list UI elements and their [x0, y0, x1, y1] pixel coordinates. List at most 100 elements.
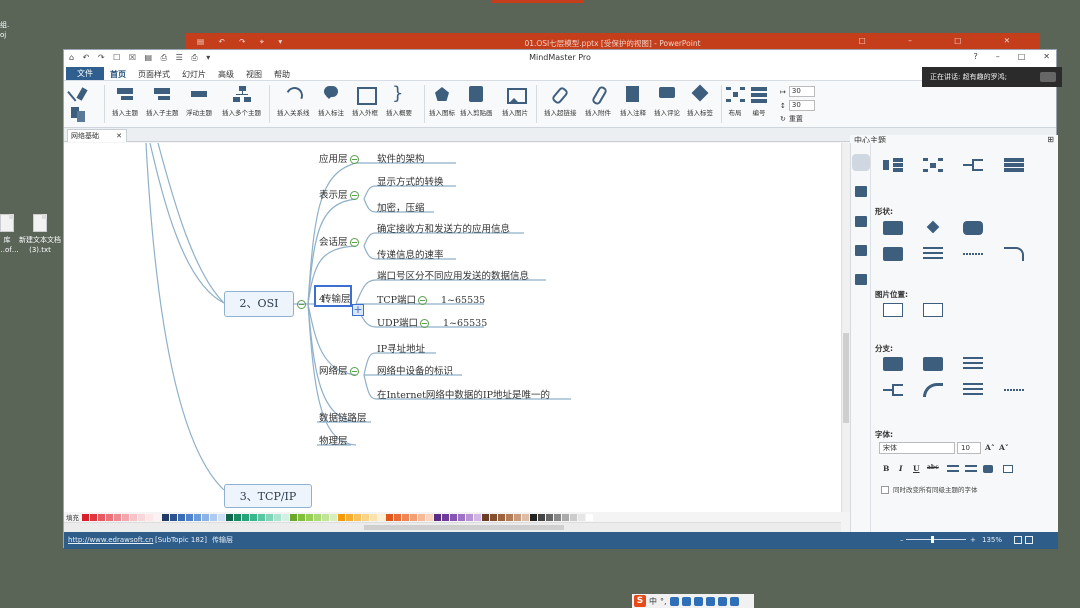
- layout-list-icon[interactable]: [1004, 158, 1024, 172]
- color-swatch[interactable]: [586, 513, 593, 521]
- color-swatch[interactable]: [562, 513, 569, 521]
- color-swatch[interactable]: [474, 513, 481, 521]
- collapse-icon[interactable]: [349, 238, 359, 247]
- branch-connector-icon[interactable]: [883, 383, 903, 397]
- color-swatch[interactable]: [482, 513, 489, 521]
- shape-rounded-rect-icon[interactable]: [963, 221, 983, 235]
- line-weight-icon[interactable]: [923, 247, 943, 261]
- minimize-button[interactable]: –: [996, 52, 1000, 61]
- insert-summary-button[interactable]: 插入概要: [386, 83, 412, 117]
- desktop-new-text-document[interactable]: 新建文本文档 (3).txt: [16, 214, 64, 255]
- emoji-icon[interactable]: [669, 596, 679, 606]
- color-swatch[interactable]: [122, 513, 129, 521]
- powerpoint-window-controls[interactable]: □ – □ ✕: [859, 36, 1030, 45]
- subtopic-device-identification[interactable]: 网络中设备的标识: [377, 363, 453, 377]
- color-swatch[interactable]: [82, 513, 89, 521]
- color-swatch[interactable]: [522, 513, 529, 521]
- subtopic-port-numbers[interactable]: 端口号区分不同应用发送的数据信息: [377, 268, 529, 282]
- color-swatch[interactable]: [130, 513, 137, 521]
- topic-presentation-layer[interactable]: 表示层: [319, 187, 359, 201]
- color-swatch[interactable]: [274, 513, 281, 521]
- tab-help[interactable]: 帮助: [274, 69, 290, 80]
- subtopic-transfer-rate[interactable]: 传递信息的速率: [377, 247, 444, 261]
- topic-transport-layer[interactable]: 4传输层: [319, 291, 351, 305]
- color-swatch[interactable]: [530, 513, 537, 521]
- underline-button[interactable]: U: [913, 464, 920, 473]
- tab-view[interactable]: 视图: [246, 69, 262, 80]
- color-swatch[interactable]: [402, 513, 409, 521]
- color-swatch[interactable]: [98, 513, 105, 521]
- vertical-spacing-input[interactable]: 30: [788, 100, 815, 111]
- skin-icon[interactable]: [705, 596, 715, 606]
- calendar-tab-icon[interactable]: [855, 274, 867, 285]
- color-swatch[interactable]: [338, 513, 345, 521]
- color-swatch[interactable]: [554, 513, 561, 521]
- color-swatch[interactable]: [458, 513, 465, 521]
- line-color-icon[interactable]: [883, 247, 903, 261]
- reset-button[interactable]: ↻ 重置: [780, 114, 803, 124]
- subtopic-unique-ip[interactable]: 在Internet网络中数据的IP地址是唯一的: [377, 387, 550, 401]
- clipart-tab-icon[interactable]: [855, 245, 867, 256]
- topic-osi[interactable]: 2、OSI: [224, 291, 294, 317]
- color-swatch[interactable]: [162, 513, 169, 521]
- color-swatch[interactable]: [394, 513, 401, 521]
- zoom-in-button[interactable]: +: [970, 532, 976, 549]
- font-size-select[interactable]: 10: [957, 442, 981, 454]
- color-swatch[interactable]: [290, 513, 297, 521]
- scrollbar-thumb[interactable]: [364, 525, 564, 530]
- ime-punctuation[interactable]: °,: [660, 597, 667, 606]
- color-swatch[interactable]: [114, 513, 121, 521]
- layout-tree-icon[interactable]: [883, 158, 903, 172]
- sogou-logo-icon[interactable]: S: [634, 595, 646, 607]
- subtopic-tcp-port[interactable]: TCP端口 1~65535: [377, 292, 485, 306]
- fit-page-icon[interactable]: [1014, 536, 1022, 544]
- layout-branch-icon[interactable]: [963, 158, 983, 172]
- insert-multiple-topics-button[interactable]: 插入多个主题: [222, 85, 261, 117]
- insert-relationship-button[interactable]: 插入关系线: [277, 85, 310, 117]
- tab-home[interactable]: 首页: [110, 69, 126, 80]
- format-painter-button[interactable]: [68, 85, 88, 107]
- topic-application-layer[interactable]: 应用层: [319, 151, 359, 165]
- branch-line-color-icon[interactable]: [923, 357, 943, 371]
- color-swatch[interactable]: [298, 513, 305, 521]
- help-button[interactable]: ?: [973, 52, 977, 61]
- collapse-icon[interactable]: [349, 155, 359, 164]
- image-position-top-icon[interactable]: [923, 303, 943, 317]
- bold-button[interactable]: B: [883, 464, 889, 473]
- tab-slides[interactable]: 幻灯片: [182, 69, 206, 80]
- settings-icon[interactable]: [729, 596, 739, 606]
- collapse-icon[interactable]: [418, 296, 427, 305]
- close-tab-icon[interactable]: ✕: [116, 130, 122, 142]
- desktop-file-partial[interactable]: 库 …of…: [0, 214, 19, 255]
- color-swatch[interactable]: [410, 513, 417, 521]
- website-link[interactable]: http://www.edrawsoft.cn: [68, 532, 153, 549]
- color-swatch[interactable]: [498, 513, 505, 521]
- insert-icon-button[interactable]: 插入图标: [429, 85, 455, 117]
- numbering-button[interactable]: 编号: [749, 85, 769, 117]
- insert-boundary-button[interactable]: 插入外框: [352, 85, 378, 117]
- document-tab-network-basics[interactable]: 网络基础 ✕: [67, 129, 127, 142]
- color-swatch[interactable]: [242, 513, 249, 521]
- branch-arrow-icon[interactable]: [963, 383, 983, 397]
- subtopic-ip-addressing[interactable]: IP寻址地址: [377, 341, 425, 355]
- subtopic-determine-app-info[interactable]: 确定接收方和发送方的应用信息: [377, 221, 510, 235]
- collapse-icon[interactable]: [420, 319, 430, 328]
- insert-note-button[interactable]: 插入注释: [620, 85, 646, 117]
- tab-advanced[interactable]: 高级: [218, 69, 234, 80]
- mindmap-canvas[interactable]: 2、OSI 3、TCP/IP 应用层 表示层 会话层 4传输层 + 网络层 数据…: [64, 143, 841, 512]
- color-swatch[interactable]: [154, 513, 161, 521]
- color-swatch[interactable]: [90, 513, 97, 521]
- zoom-slider-knob[interactable]: [931, 536, 935, 543]
- copy-style-button[interactable]: [68, 105, 88, 127]
- image-position-left-icon[interactable]: [883, 303, 903, 317]
- insert-attachment-button[interactable]: 插入附件: [585, 85, 611, 117]
- color-swatch[interactable]: [234, 513, 241, 521]
- color-swatch[interactable]: [434, 513, 441, 521]
- collapse-toggle-osi[interactable]: [295, 300, 306, 309]
- topic-network-layer[interactable]: 网络层: [319, 363, 359, 377]
- color-swatch[interactable]: [266, 513, 273, 521]
- layout-map-icon[interactable]: [923, 158, 943, 172]
- line-dash-icon[interactable]: [963, 253, 983, 255]
- insert-comment-button[interactable]: 插入评论: [654, 85, 680, 117]
- icon-tab-icon[interactable]: [855, 216, 867, 227]
